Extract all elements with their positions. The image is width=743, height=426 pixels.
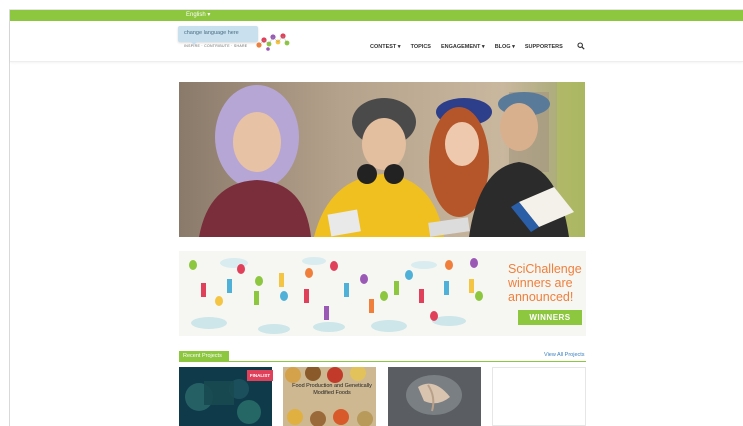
logo-tagline: INSPIRE · CONTRIBUTE · SHARE (184, 44, 248, 48)
project-card-4[interactable] (492, 367, 586, 426)
language-tooltip: change language here (178, 26, 258, 42)
recent-projects-rule (179, 361, 586, 362)
banner-line-3: announced! (508, 290, 574, 304)
hero-image (179, 82, 585, 237)
site-logo[interactable] (256, 31, 292, 51)
search-icon[interactable] (577, 42, 585, 50)
nav-contest[interactable]: CONTEST ▾ (370, 44, 401, 50)
recent-projects-heading: Recent Projects (179, 351, 229, 361)
language-selector[interactable]: English ▾ (186, 11, 210, 20)
page-left-edge (9, 10, 10, 426)
view-all-projects-link[interactable]: View All Projects (544, 352, 585, 358)
main-nav: CONTEST ▾ TOPICS ENGAGEMENT ▾ BLOG ▾ SUP… (370, 44, 563, 50)
project-card-2-title: Food Production and Genetically Modified… (292, 383, 372, 396)
nav-topics[interactable]: TOPICS (411, 44, 431, 50)
project-card-3[interactable] (388, 367, 481, 426)
banner-line-2: winners are (508, 276, 573, 290)
banner-line-1: SciChallenge (508, 262, 582, 276)
site-header (10, 21, 743, 62)
winners-button[interactable]: WINNERS (518, 310, 582, 325)
nav-engagement[interactable]: ENGAGEMENT ▾ (441, 44, 485, 50)
browser-page: English ▾ change language here INSPIRE ·… (0, 0, 743, 426)
finalist-badge: FINALIST (247, 370, 273, 381)
nav-blog[interactable]: BLOG ▾ (495, 44, 515, 50)
nav-supporters[interactable]: SUPPORTERS (525, 44, 563, 50)
top-bar: English ▾ (10, 10, 743, 21)
